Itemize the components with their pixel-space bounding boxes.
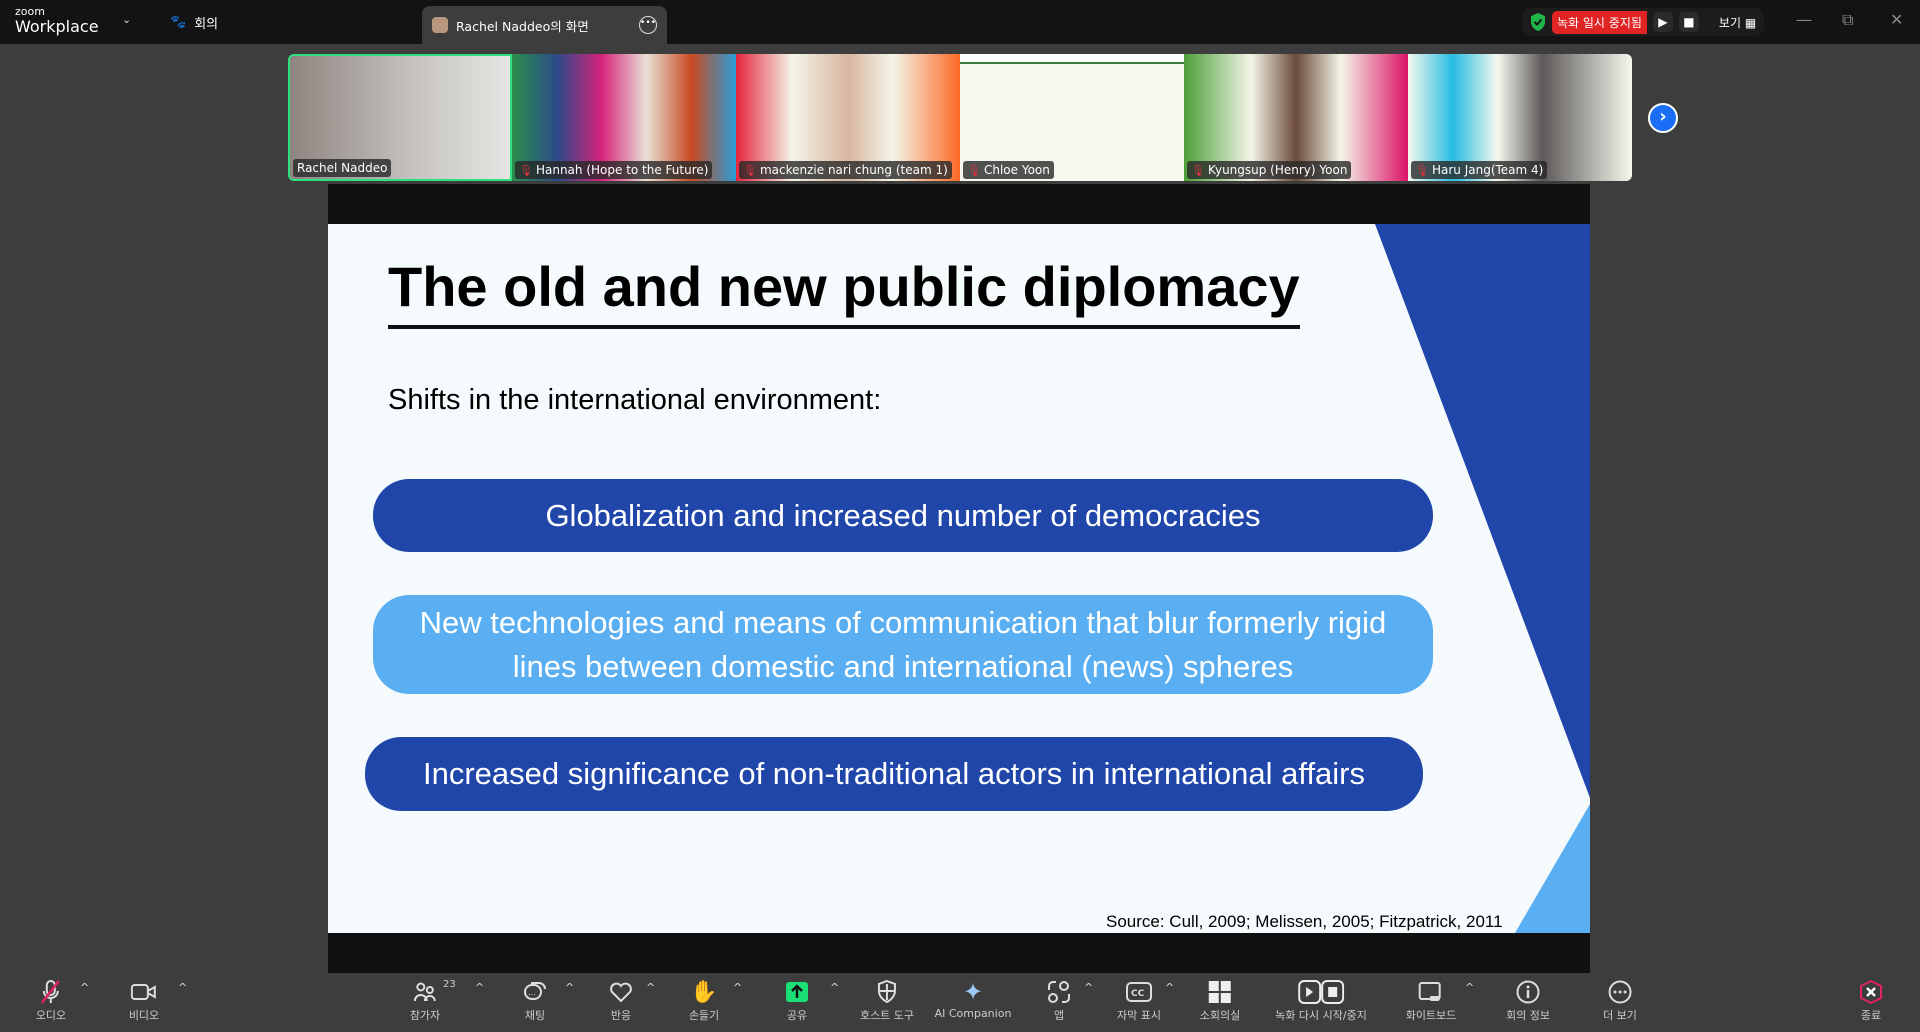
sparkle-icon: ✦: [962, 978, 984, 1006]
breakout-rooms-icon: [1208, 981, 1231, 1003]
svg-text:...: ...: [528, 988, 536, 997]
record-play-stop-icon: [1297, 980, 1344, 1004]
share-arrow-icon: [786, 982, 808, 1002]
recording-controls: 녹화 일시 중지됨 ▶ ■ 보기 ▦: [1522, 8, 1765, 36]
whiteboard-button[interactable]: 화이트보드: [1406, 979, 1456, 1023]
reactions-caret-icon[interactable]: ^: [646, 981, 655, 994]
meeting-info-button[interactable]: 회의 정보: [1506, 979, 1550, 1023]
minimize-button[interactable]: —: [1796, 10, 1812, 29]
resume-recording-button[interactable]: ▶: [1652, 12, 1673, 32]
chat-button[interactable]: ... 채팅: [523, 979, 547, 1023]
video-tile[interactable]: 🎙 Hannah (Hope to the Future): [512, 54, 736, 181]
participants-button[interactable]: 참가자: [410, 979, 440, 1023]
chevron-down-icon[interactable]: ⌄: [122, 13, 131, 26]
share-button[interactable]: 공유: [785, 979, 809, 1023]
restore-button[interactable]: ⧉: [1842, 10, 1853, 30]
people-icon: 🐾: [170, 15, 187, 30]
view-button[interactable]: 보기 ▦: [1719, 14, 1756, 31]
whiteboard-icon: [1418, 982, 1441, 1001]
raise-hand-button[interactable]: ✋ 손들기: [689, 979, 719, 1023]
zoom-logo: zoom Workplace: [15, 5, 99, 36]
participant-name: 🎙 Hannah (Hope to the Future): [515, 161, 713, 179]
ai-companion-button[interactable]: ✦ AI Companion: [935, 978, 1012, 1020]
slide-decoration: [1375, 224, 1590, 933]
audio-options-caret-icon[interactable]: ^: [80, 981, 89, 994]
video-tile[interactable]: 🎙 Kyungsup (Henry) Yoon: [1184, 54, 1408, 181]
captions-button[interactable]: CC 자막 표시: [1117, 979, 1161, 1023]
recording-button[interactable]: 녹화 다시 시작/중지: [1275, 979, 1367, 1023]
recording-status: 녹화 일시 중지됨: [1552, 10, 1647, 34]
participant-name: Rachel Naddeo: [293, 159, 392, 177]
participant-name: 🎙 Kyungsup (Henry) Yoon: [1187, 161, 1352, 179]
host-tools-button[interactable]: 호스트 도구: [860, 979, 914, 1023]
slide-source: Source: Cull, 2009; Melissen, 2005; Fitz…: [1106, 912, 1503, 931]
mic-muted-icon: 🎙: [1191, 163, 1205, 177]
participant-name: 🎙 Chloe Yoon: [963, 161, 1054, 179]
slide-subtitle: Shifts in the international environment:: [388, 384, 882, 416]
more-icon[interactable]: •••: [639, 16, 657, 34]
more-icon: [1608, 980, 1632, 1004]
stop-recording-button[interactable]: ■: [1678, 12, 1699, 32]
breakout-rooms-button[interactable]: 소회의실: [1200, 979, 1240, 1023]
apps-icon: [1048, 981, 1070, 1003]
chat-caret-icon[interactable]: ^: [565, 981, 574, 994]
shield-icon: [877, 980, 896, 1004]
participant-name: 🎙 mackenzie nari chung (team 1): [739, 161, 952, 179]
mic-muted-icon: 🎙: [1415, 163, 1429, 177]
more-button[interactable]: 더 보기: [1603, 979, 1637, 1023]
share-screen-tab[interactable]: Rachel Naddeo의 화면 •••: [422, 6, 667, 44]
point-box: Increased significance of non-traditiona…: [365, 737, 1423, 811]
share-caret-icon[interactable]: ^: [830, 981, 839, 994]
video-camera-icon: [131, 984, 156, 1000]
mic-muted-icon: 🎙: [743, 163, 757, 177]
reactions-button[interactable]: 반응: [609, 979, 633, 1023]
mic-muted-icon: 🎙: [967, 163, 981, 177]
whiteboard-caret-icon[interactable]: ^: [1465, 981, 1474, 994]
slide-title: The old and new public diplomacy: [388, 254, 1300, 329]
hand-icon: ✋: [690, 979, 718, 1005]
participant-count: 23: [443, 979, 456, 990]
mic-muted-icon: 🎙: [519, 163, 533, 177]
closed-captions-icon: CC: [1125, 982, 1152, 1002]
point-box: Globalization and increased number of de…: [373, 479, 1433, 552]
audio-button[interactable]: 오디오: [36, 979, 66, 1023]
svg-text:CC: CC: [1131, 989, 1145, 999]
video-tile[interactable]: Rachel Naddeo: [288, 54, 512, 181]
chat-icon: ...: [524, 982, 546, 1000]
light-blue-shape: [1515, 804, 1590, 933]
video-options-caret-icon[interactable]: ^: [178, 981, 187, 994]
video-tile[interactable]: 🎙 Chloe Yoon: [960, 54, 1184, 181]
avatar: [432, 17, 448, 33]
presentation-slide: The old and new public diplomacy Shifts …: [328, 224, 1590, 933]
end-meeting-button[interactable]: 종료: [1860, 979, 1882, 1023]
title-bar: zoom Workplace ⌄ 🐾 회의 Rachel Naddeo의 화면 •••…: [0, 0, 1920, 44]
meeting-toolbar: 오디오 ^ 비디오 ^ 참가자 23 ^ ... 채팅 ^ 반응 ^ ✋ 손들기 ^…: [0, 973, 1920, 1032]
heart-icon: [610, 982, 632, 1003]
meeting-tab[interactable]: 🐾 회의: [170, 13, 218, 32]
video-button[interactable]: 비디오: [129, 979, 159, 1023]
participants-caret-icon[interactable]: ^: [475, 981, 484, 994]
video-tile[interactable]: 🎙 Haru Jang(Team 4): [1408, 54, 1632, 181]
apps-button[interactable]: 앱: [1047, 979, 1071, 1023]
participant-name: 🎙 Haru Jang(Team 4): [1411, 161, 1548, 179]
end-x-icon: [1860, 980, 1882, 1004]
captions-caret-icon[interactable]: ^: [1165, 981, 1174, 994]
raise-hand-caret-icon[interactable]: ^: [733, 981, 742, 994]
video-tile[interactable]: 🎙 mackenzie nari chung (team 1): [736, 54, 960, 181]
close-button[interactable]: ✕: [1890, 10, 1903, 29]
apps-caret-icon[interactable]: ^: [1084, 981, 1093, 994]
participants-icon: [414, 982, 436, 1002]
shield-check-icon: [1531, 13, 1545, 31]
point-box: New technologies and means of communicat…: [373, 595, 1433, 694]
mic-muted-icon: [41, 980, 60, 1004]
next-page-chevron-icon[interactable]: ›: [1648, 103, 1678, 133]
info-icon: [1516, 980, 1540, 1004]
